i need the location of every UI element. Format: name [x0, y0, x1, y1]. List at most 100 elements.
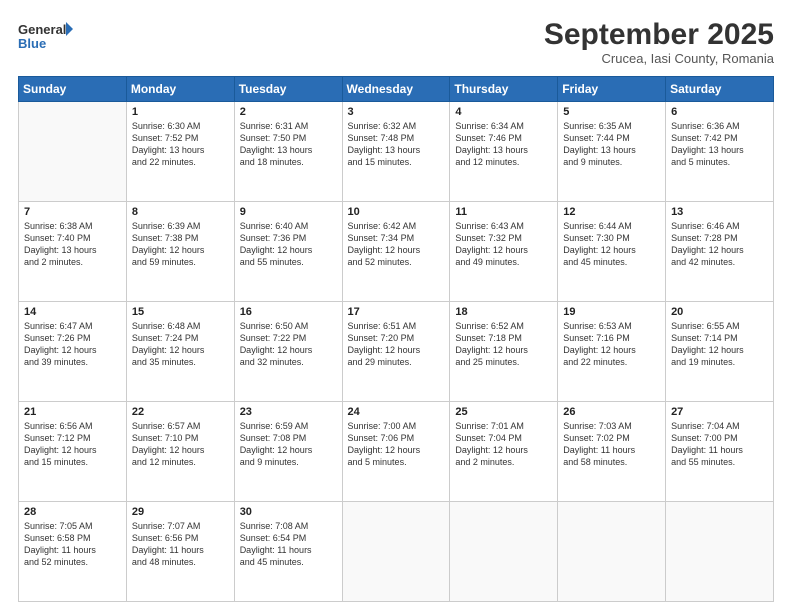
- day-number: 18: [455, 306, 552, 318]
- day-info: Sunrise: 7:05 AMSunset: 6:58 PMDaylight:…: [24, 520, 121, 569]
- day-info: Sunrise: 7:00 AMSunset: 7:06 PMDaylight:…: [348, 420, 445, 469]
- calendar-cell: 10Sunrise: 6:42 AMSunset: 7:34 PMDayligh…: [342, 202, 450, 302]
- day-number: 8: [132, 206, 229, 218]
- day-number: 24: [348, 406, 445, 418]
- calendar-header-row: SundayMondayTuesdayWednesdayThursdayFrid…: [19, 77, 774, 102]
- calendar-cell: 24 Sunrise: 7:00 AMSunset: 7:06 PMDayligh…: [342, 402, 450, 502]
- day-number: 16: [240, 306, 337, 318]
- calendar-cell: 9 Sunrise: 6:40 AMSunset: 7:36 PMDaylight…: [234, 202, 342, 302]
- week-row-2: 14 Sunrise: 6:47 AMSunset: 7:26 PMDayligh…: [19, 302, 774, 402]
- day-number: 10: [348, 206, 445, 218]
- day-info: Sunrise: 6:36 AMSunset: 7:42 PMDaylight:…: [671, 120, 768, 169]
- calendar-cell: 20 Sunrise: 6:55 AMSunset: 7:14 PMDayligh…: [666, 302, 774, 402]
- calendar-cell: [19, 102, 127, 202]
- day-number: 20: [671, 306, 768, 318]
- calendar-cell: 27 Sunrise: 7:04 AMSunset: 7:00 PMDayligh…: [666, 402, 774, 502]
- calendar-cell: [342, 502, 450, 602]
- day-number: 9: [240, 206, 337, 218]
- day-info: Sunrise: 6:44 AMSunset: 7:30 PMDaylight:…: [563, 220, 660, 269]
- logo: General Blue: [18, 18, 73, 56]
- day-info: Sunrise: 6:52 AMSunset: 7:18 PMDaylight:…: [455, 320, 552, 369]
- column-header-wednesday: Wednesday: [342, 77, 450, 102]
- calendar-cell: 3Sunrise: 6:32 AMSunset: 7:48 PMDaylight…: [342, 102, 450, 202]
- calendar-cell: [666, 502, 774, 602]
- day-info: Sunrise: 7:03 AMSunset: 7:02 PMDaylight:…: [563, 420, 660, 469]
- day-info: Sunrise: 6:39 AMSunset: 7:38 PMDaylight:…: [132, 220, 229, 269]
- day-info: Sunrise: 7:07 AMSunset: 6:56 PMDaylight:…: [132, 520, 229, 569]
- day-number: 26: [563, 406, 660, 418]
- day-info: Sunrise: 6:40 AMSunset: 7:36 PMDaylight:…: [240, 220, 337, 269]
- week-row-4: 28 Sunrise: 7:05 AMSunset: 6:58 PMDayligh…: [19, 502, 774, 602]
- day-number: 30: [240, 506, 337, 518]
- header: General Blue September 2025 Crucea, Iasi…: [18, 18, 774, 66]
- calendar-cell: 16Sunrise: 6:50 AMSunset: 7:22 PMDayligh…: [234, 302, 342, 402]
- day-info: Sunrise: 6:56 AMSunset: 7:12 PMDaylight:…: [24, 420, 121, 469]
- calendar-cell: 15 Sunrise: 6:48 AMSunset: 7:24 PMDayligh…: [126, 302, 234, 402]
- calendar-cell: 28 Sunrise: 7:05 AMSunset: 6:58 PMDayligh…: [19, 502, 127, 602]
- day-number: 14: [24, 306, 121, 318]
- calendar-cell: 4Sunrise: 6:34 AMSunset: 7:46 PMDaylight…: [450, 102, 558, 202]
- day-number: 28: [24, 506, 121, 518]
- day-info: Sunrise: 6:30 AMSunset: 7:52 PMDaylight:…: [132, 120, 229, 169]
- day-number: 7: [24, 206, 121, 218]
- day-info: Sunrise: 6:38 AMSunset: 7:40 PMDaylight:…: [24, 220, 121, 269]
- calendar-cell: 30 Sunrise: 7:08 AMSunset: 6:54 PMDayligh…: [234, 502, 342, 602]
- week-row-3: 21 Sunrise: 6:56 AMSunset: 7:12 PMDayligh…: [19, 402, 774, 502]
- logo-svg: General Blue: [18, 18, 73, 56]
- day-number: 15: [132, 306, 229, 318]
- day-number: 1: [132, 106, 229, 118]
- day-number: 2: [240, 106, 337, 118]
- day-info: Sunrise: 6:31 AMSunset: 7:50 PMDaylight:…: [240, 120, 337, 169]
- calendar-cell: 11Sunrise: 6:43 AMSunset: 7:32 PMDayligh…: [450, 202, 558, 302]
- day-number: 27: [671, 406, 768, 418]
- calendar-cell: 8 Sunrise: 6:39 AMSunset: 7:38 PMDaylight…: [126, 202, 234, 302]
- column-header-friday: Friday: [558, 77, 666, 102]
- day-info: Sunrise: 6:47 AMSunset: 7:26 PMDaylight:…: [24, 320, 121, 369]
- calendar-cell: 17 Sunrise: 6:51 AMSunset: 7:20 PMDayligh…: [342, 302, 450, 402]
- calendar-cell: 26 Sunrise: 7:03 AMSunset: 7:02 PMDayligh…: [558, 402, 666, 502]
- calendar-cell: 25 Sunrise: 7:01 AMSunset: 7:04 PMDayligh…: [450, 402, 558, 502]
- svg-text:General: General: [18, 22, 66, 37]
- day-number: 19: [563, 306, 660, 318]
- day-info: Sunrise: 6:55 AMSunset: 7:14 PMDaylight:…: [671, 320, 768, 369]
- day-info: Sunrise: 6:32 AMSunset: 7:48 PMDaylight:…: [348, 120, 445, 169]
- calendar-cell: 18 Sunrise: 6:52 AMSunset: 7:18 PMDayligh…: [450, 302, 558, 402]
- page: General Blue September 2025 Crucea, Iasi…: [0, 0, 792, 612]
- column-header-sunday: Sunday: [19, 77, 127, 102]
- calendar-cell: 14 Sunrise: 6:47 AMSunset: 7:26 PMDayligh…: [19, 302, 127, 402]
- calendar-cell: 21 Sunrise: 6:56 AMSunset: 7:12 PMDayligh…: [19, 402, 127, 502]
- calendar-cell: [558, 502, 666, 602]
- day-number: 21: [24, 406, 121, 418]
- day-number: 22: [132, 406, 229, 418]
- calendar-cell: 2 Sunrise: 6:31 AMSunset: 7:50 PMDaylight…: [234, 102, 342, 202]
- day-number: 13: [671, 206, 768, 218]
- day-number: 12: [563, 206, 660, 218]
- day-info: Sunrise: 7:01 AMSunset: 7:04 PMDaylight:…: [455, 420, 552, 469]
- calendar-cell: 23Sunrise: 6:59 AMSunset: 7:08 PMDayligh…: [234, 402, 342, 502]
- column-header-tuesday: Tuesday: [234, 77, 342, 102]
- day-number: 29: [132, 506, 229, 518]
- month-title: September 2025: [544, 18, 774, 51]
- day-info: Sunrise: 6:43 AMSunset: 7:32 PMDaylight:…: [455, 220, 552, 269]
- day-info: Sunrise: 6:57 AMSunset: 7:10 PMDaylight:…: [132, 420, 229, 469]
- calendar-cell: 12 Sunrise: 6:44 AMSunset: 7:30 PMDayligh…: [558, 202, 666, 302]
- day-info: Sunrise: 6:51 AMSunset: 7:20 PMDaylight:…: [348, 320, 445, 369]
- calendar-cell: 29 Sunrise: 7:07 AMSunset: 6:56 PMDayligh…: [126, 502, 234, 602]
- day-number: 4: [455, 106, 552, 118]
- day-number: 23: [240, 406, 337, 418]
- svg-text:Blue: Blue: [18, 36, 46, 51]
- calendar-cell: [450, 502, 558, 602]
- day-number: 17: [348, 306, 445, 318]
- day-info: Sunrise: 6:46 AMSunset: 7:28 PMDaylight:…: [671, 220, 768, 269]
- location: Crucea, Iasi County, Romania: [544, 51, 774, 66]
- calendar-cell: 6Sunrise: 6:36 AMSunset: 7:42 PMDaylight…: [666, 102, 774, 202]
- day-info: Sunrise: 7:04 AMSunset: 7:00 PMDaylight:…: [671, 420, 768, 469]
- day-info: Sunrise: 7:08 AMSunset: 6:54 PMDaylight:…: [240, 520, 337, 569]
- day-info: Sunrise: 6:48 AMSunset: 7:24 PMDaylight:…: [132, 320, 229, 369]
- column-header-saturday: Saturday: [666, 77, 774, 102]
- calendar-cell: 7 Sunrise: 6:38 AMSunset: 7:40 PMDaylight…: [19, 202, 127, 302]
- calendar-cell: 5Sunrise: 6:35 AMSunset: 7:44 PMDaylight…: [558, 102, 666, 202]
- calendar-table: SundayMondayTuesdayWednesdayThursdayFrid…: [18, 76, 774, 602]
- day-number: 25: [455, 406, 552, 418]
- day-number: 5: [563, 106, 660, 118]
